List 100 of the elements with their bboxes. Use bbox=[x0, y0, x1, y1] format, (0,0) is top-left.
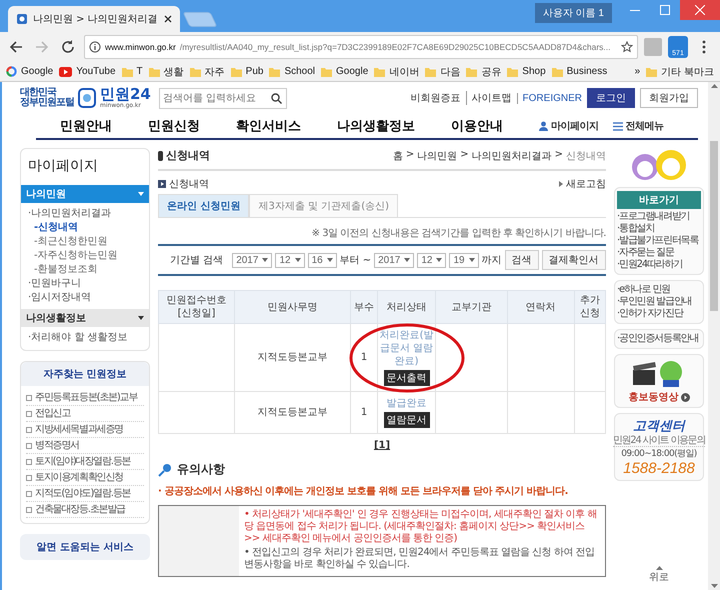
favorite-link[interactable]: 지적도(임야도)열람.등본 bbox=[35, 487, 130, 500]
nav-item[interactable]: 확인서비스 bbox=[236, 117, 301, 135]
favorite-link[interactable]: 전입신고 bbox=[35, 407, 70, 420]
status-text: 처리완료(발급문서 열람완료) bbox=[379, 329, 434, 368]
sidebar-item[interactable]: ·임시저장내역 bbox=[26, 291, 144, 305]
bookmark[interactable]: 기타 북마크 bbox=[646, 64, 714, 78]
folder-icon bbox=[374, 66, 386, 76]
favorite-link[interactable]: 지방세세목별과세증명 bbox=[35, 423, 124, 436]
favorite-link[interactable]: 토지이용계획확인신청 bbox=[35, 471, 124, 484]
signup-button[interactable]: 회원가입 bbox=[640, 88, 698, 108]
favorite-link[interactable]: 병적증명서 bbox=[35, 439, 80, 452]
sidebar-item[interactable]: ·처리해야 할 생활정보 bbox=[26, 331, 144, 345]
bookmark[interactable]: School bbox=[269, 66, 316, 77]
bookmark[interactable]: YouTube bbox=[59, 66, 116, 77]
quick-link[interactable]: ·발급불가프린터목록 bbox=[617, 235, 701, 247]
play-circle-icon bbox=[680, 392, 690, 402]
scrollbar[interactable] bbox=[708, 82, 720, 590]
sidebar-item[interactable]: ·나의민원처리결과 bbox=[26, 207, 144, 221]
sidebar-section[interactable]: 나의민원 bbox=[21, 185, 149, 203]
bookmark[interactable]: 다음 bbox=[425, 64, 460, 78]
sidebar-subitem[interactable]: -최근신청한민원 bbox=[26, 235, 144, 249]
pin-icon bbox=[158, 462, 172, 476]
sidebar-item[interactable]: ·민원바구니 bbox=[26, 277, 144, 291]
folder-icon bbox=[507, 66, 518, 76]
date-select[interactable]: 12 bbox=[417, 252, 446, 268]
scroll-up-icon[interactable] bbox=[710, 84, 718, 88]
square-bullet-icon bbox=[26, 475, 32, 481]
breadcrumb-link[interactable]: 나의민원 bbox=[417, 148, 458, 162]
favorite-link[interactable]: 주민등록표등본(초본)교부 bbox=[35, 391, 138, 404]
bookmark[interactable]: T bbox=[122, 66, 143, 77]
sidebar-section[interactable]: 나의생활정보 bbox=[21, 309, 149, 327]
bookmark[interactable]: Google bbox=[6, 66, 54, 77]
service-link[interactable]: ·무인민원 발급안내 bbox=[617, 296, 701, 308]
bookmark[interactable]: 네이버 bbox=[374, 64, 420, 78]
bookmark[interactable]: 공유 bbox=[466, 64, 502, 78]
login-button[interactable]: 로그인 bbox=[587, 88, 635, 108]
bookmark[interactable]: Shop bbox=[507, 66, 546, 77]
folder-icon bbox=[466, 66, 478, 76]
more-bookmarks-button[interactable]: » bbox=[634, 66, 640, 77]
back-to-top-button[interactable]: 위로 bbox=[614, 566, 704, 584]
nav-utility-link[interactable]: 마이페이지 bbox=[539, 119, 598, 133]
address-field[interactable]: www.minwon.go.kr /myresultlist/AA040_my_result_list.jsp?q=7D3C2399189E02F7CA8E69D29025C10BECD5C5AADD87D4&chars... bbox=[84, 35, 638, 59]
close-window-button[interactable] bbox=[680, 0, 720, 20]
service-link[interactable]: ·공인인증서등록안내 bbox=[617, 333, 701, 345]
refresh-link[interactable]: 새로고침 bbox=[559, 177, 606, 191]
quick-link[interactable]: ·프로그램내려받기 bbox=[617, 211, 701, 223]
quick-link[interactable]: ·민원24따라하기 bbox=[617, 259, 701, 271]
document-button[interactable]: 문서출력 bbox=[384, 370, 430, 386]
search-icon[interactable] bbox=[270, 92, 282, 104]
sidebar-subitem[interactable]: -신청내역 bbox=[26, 221, 144, 235]
tab[interactable]: 온라인 신청민원 bbox=[158, 194, 250, 217]
date-select[interactable]: 19 bbox=[449, 252, 479, 268]
logo-title[interactable]: 민원24 bbox=[100, 87, 151, 102]
video-link[interactable]: 홍보동영상 bbox=[628, 390, 690, 404]
bookmark[interactable]: Pub bbox=[230, 66, 264, 77]
quick-link[interactable]: ·자주묻는 질문 bbox=[617, 247, 701, 259]
nav-utility-link[interactable]: 전체메뉴 bbox=[612, 119, 664, 133]
service-link[interactable]: ·e하나로 민원 bbox=[617, 284, 701, 296]
date-select[interactable]: 12 bbox=[275, 252, 305, 268]
support-hours: 09:00~18:00(평일) bbox=[621, 448, 697, 460]
search-button[interactable]: 결제확인서 bbox=[542, 250, 606, 270]
date-select[interactable]: 2017 bbox=[374, 252, 414, 268]
nav-item[interactable]: 나의생활정보 bbox=[337, 117, 415, 135]
star-icon[interactable] bbox=[621, 41, 633, 53]
header-link[interactable]: 사이트맵 bbox=[466, 91, 512, 105]
bookmark[interactable]: 자주 bbox=[190, 64, 225, 78]
scrollbar-thumb[interactable] bbox=[710, 141, 718, 311]
sidebar-subitem[interactable]: -환불정보조회 bbox=[26, 263, 144, 277]
nav-item[interactable]: 민원신청 bbox=[148, 117, 200, 135]
caret-icon bbox=[468, 258, 475, 262]
favorites-title: 자주찾는 민원정보 bbox=[21, 362, 149, 386]
document-button[interactable]: 열람문서 bbox=[384, 412, 430, 428]
favorite-link[interactable]: 토지(임야)대장열람.등본 bbox=[35, 455, 130, 468]
page-link[interactable]: [1] bbox=[374, 440, 390, 451]
header-link[interactable]: 비회원증표 bbox=[410, 91, 461, 105]
folder-icon bbox=[230, 66, 242, 76]
quick-link[interactable]: ·통합설치 bbox=[617, 223, 701, 235]
service-link[interactable]: ·인허가 자가진단 bbox=[617, 308, 701, 320]
breadcrumb-link[interactable]: 나의민원처리결과 bbox=[472, 148, 552, 162]
nav-item[interactable]: 민원안내 bbox=[60, 117, 112, 135]
bookmark[interactable]: Google bbox=[321, 66, 368, 77]
close-icon[interactable] bbox=[164, 15, 172, 23]
breadcrumb-link[interactable]: 홈 bbox=[392, 148, 403, 162]
browser-tab[interactable]: 나의민원 > 나의민원처리결 bbox=[8, 6, 180, 32]
bookmark[interactable]: 생활 bbox=[148, 64, 184, 78]
breadcrumb-link[interactable]: 신청내역 bbox=[566, 148, 606, 162]
favorite-link[interactable]: 건축물대장등.초본발급 bbox=[35, 503, 125, 516]
date-select[interactable]: 2017 bbox=[232, 252, 272, 268]
header-link[interactable]: FOREIGNER bbox=[516, 92, 582, 104]
profile-button[interactable]: 사용자 이름 1 bbox=[534, 3, 612, 23]
bookmark[interactable]: Business bbox=[552, 66, 608, 77]
scroll-down-icon[interactable] bbox=[710, 584, 718, 588]
search-field[interactable]: 검색어를 입력하세요 bbox=[158, 88, 287, 108]
nav-item[interactable]: 이용안내 bbox=[451, 117, 503, 135]
support-caption: 민원24 사이트 이용문의 bbox=[612, 435, 706, 447]
column-header: 민원사무명 bbox=[234, 290, 351, 324]
help-services-button[interactable]: 알면 도움되는 서비스 bbox=[20, 534, 150, 560]
search-button[interactable]: 검색 bbox=[504, 250, 539, 270]
sidebar-subitem[interactable]: -자주신청하는민원 bbox=[26, 249, 144, 263]
date-select[interactable]: 16 bbox=[308, 252, 337, 268]
